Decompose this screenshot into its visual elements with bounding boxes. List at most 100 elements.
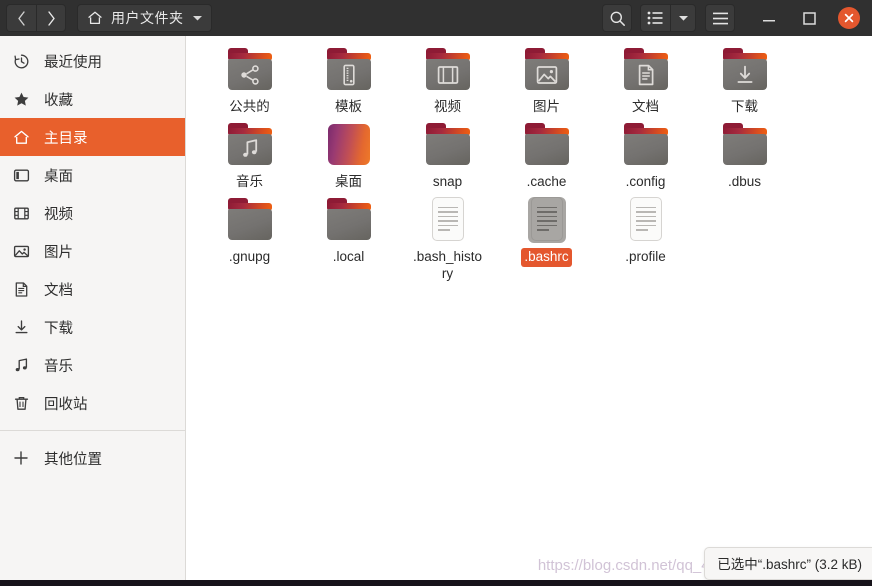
sidebar-item-4[interactable]: 视频: [0, 194, 185, 232]
file-item[interactable]: 图片: [497, 42, 596, 117]
folder-icon: [424, 121, 472, 169]
sidebar-item-label: 文档: [44, 282, 73, 299]
file-name-label: 文档: [632, 99, 659, 114]
sidebar: 最近使用收藏主目录桌面 视频图片文档下载音乐回收站 其他位置: [0, 36, 186, 586]
status-bar: 已选中“.bashrc” (3.2 kB): [704, 547, 872, 580]
breadcrumb-path-button[interactable]: 用户文件夹: [77, 4, 212, 32]
folder-icon: [622, 121, 670, 169]
close-icon: [838, 7, 860, 29]
search-button[interactable]: [602, 4, 632, 32]
file-name-label: .bashrc: [521, 247, 572, 267]
maximize-button[interactable]: [789, 0, 829, 36]
sidebar-item-0[interactable]: 最近使用: [0, 42, 185, 80]
file-item[interactable]: .profile: [596, 192, 695, 284]
window-controls: [749, 0, 869, 36]
file-item[interactable]: 桌面: [299, 117, 398, 192]
share-icon: [228, 59, 272, 90]
film-icon: [12, 204, 30, 222]
file-name-label: .profile: [625, 248, 666, 264]
forward-button[interactable]: [36, 4, 66, 32]
file-item[interactable]: 文档: [596, 42, 695, 117]
image-icon: [525, 59, 569, 90]
file-item[interactable]: 视频: [398, 42, 497, 117]
folder-icon: [721, 121, 769, 169]
file-item[interactable]: 音乐: [200, 117, 299, 192]
sidebar-item-5[interactable]: 图片: [0, 232, 185, 270]
sidebar-item-other-locations[interactable]: 其他位置: [0, 439, 185, 477]
file-name-label: snap: [432, 173, 463, 189]
file-name-label: .gnupg: [228, 248, 271, 264]
file-item[interactable]: .config: [596, 117, 695, 192]
home-icon: [12, 128, 30, 146]
window-body: 最近使用 收藏 主目录 桌面 视频 图片 文档 下载 音乐 回收站 其他位置 公共的 模板 视频 图片文…: [0, 36, 872, 586]
folder-icon: [523, 121, 571, 169]
sidebar-item-8[interactable]: 音乐: [0, 346, 185, 384]
minimize-button[interactable]: [749, 0, 789, 36]
close-button[interactable]: [829, 0, 869, 36]
view-mode-group: [640, 4, 696, 32]
sidebar-item-label: 下载: [44, 320, 73, 337]
file-manager-window: 用户文件夹 最近使用 收藏 主目录 桌面 视频 图片 文档 下载 音乐 回收站 …: [0, 0, 872, 586]
file-name-label: 公共的: [229, 99, 270, 114]
document-icon: [12, 280, 30, 298]
file-name-label: .cache: [526, 173, 567, 189]
music-note-icon: [12, 356, 30, 374]
sidebar-item-label: 回收站: [44, 396, 88, 413]
file-item[interactable]: .bash_history: [398, 192, 497, 284]
file-name-label: 视频: [434, 99, 461, 114]
file-item[interactable]: .dbus: [695, 117, 794, 192]
view-options-dropdown[interactable]: [670, 4, 696, 32]
image-icon: [12, 242, 30, 260]
file-item[interactable]: .bashrc: [497, 192, 596, 284]
list-view-button[interactable]: [640, 4, 670, 32]
text-file-icon: [424, 196, 472, 244]
sidebar-item-label: 其他位置: [44, 451, 102, 468]
home-icon: [87, 10, 103, 26]
title-bar: 用户文件夹: [0, 0, 872, 36]
folder-icon: [424, 46, 472, 94]
file-name-label: 下载: [731, 99, 758, 114]
sidebar-item-1[interactable]: 收藏: [0, 80, 185, 118]
file-name-label: 图片: [533, 99, 560, 114]
sidebar-item-label: 音乐: [44, 358, 73, 375]
file-item[interactable]: 下载: [695, 42, 794, 117]
file-grid: 公共的 模板 视频 图片 文档 下载音乐 桌面 snap .cache .config .dbus.…: [186, 36, 872, 284]
sidebar-item-2[interactable]: 主目录: [0, 118, 185, 156]
template-icon: [327, 59, 371, 90]
chevron-down-icon: [192, 14, 203, 22]
file-name-label: 桌面: [335, 173, 362, 189]
sidebar-item-7[interactable]: 下载: [0, 308, 185, 346]
sidebar-item-9[interactable]: 回收站: [0, 384, 185, 422]
file-name-label: .dbus: [727, 173, 762, 189]
sidebar-item-label: 最近使用: [44, 54, 102, 71]
document-icon: [624, 59, 668, 90]
breadcrumb-label: 用户文件夹: [111, 10, 184, 26]
sidebar-item-3[interactable]: 桌面: [0, 156, 185, 194]
back-button[interactable]: [6, 4, 36, 32]
sidebar-item-label: 图片: [44, 244, 73, 261]
download-icon: [12, 318, 30, 336]
file-item[interactable]: 模板: [299, 42, 398, 117]
sidebar-item-6[interactable]: 文档: [0, 270, 185, 308]
sidebar-item-label: 主目录: [44, 130, 88, 147]
navigation-buttons: [6, 4, 66, 32]
text-file-icon: [523, 196, 571, 244]
folder-icon: [226, 46, 274, 94]
folder-icon: [721, 46, 769, 94]
file-item[interactable]: .cache: [497, 117, 596, 192]
trash-icon: [12, 394, 30, 412]
file-item[interactable]: .local: [299, 192, 398, 284]
file-item[interactable]: .gnupg: [200, 192, 299, 284]
file-item[interactable]: 公共的: [200, 42, 299, 117]
folder-icon: [226, 196, 274, 244]
file-name-label: .local: [332, 248, 365, 264]
folder-icon: [523, 46, 571, 94]
folder-icon: [325, 46, 373, 94]
file-item[interactable]: snap: [398, 117, 497, 192]
desktop-icon: [12, 166, 30, 184]
clock-icon: [12, 52, 30, 70]
hamburger-menu-button[interactable]: [705, 4, 735, 32]
film-icon: [426, 59, 470, 90]
titlebar-actions: [602, 0, 869, 36]
file-grid-view[interactable]: 公共的 模板 视频 图片 文档 下载音乐 桌面 snap .cache .config .dbus.…: [186, 36, 872, 586]
